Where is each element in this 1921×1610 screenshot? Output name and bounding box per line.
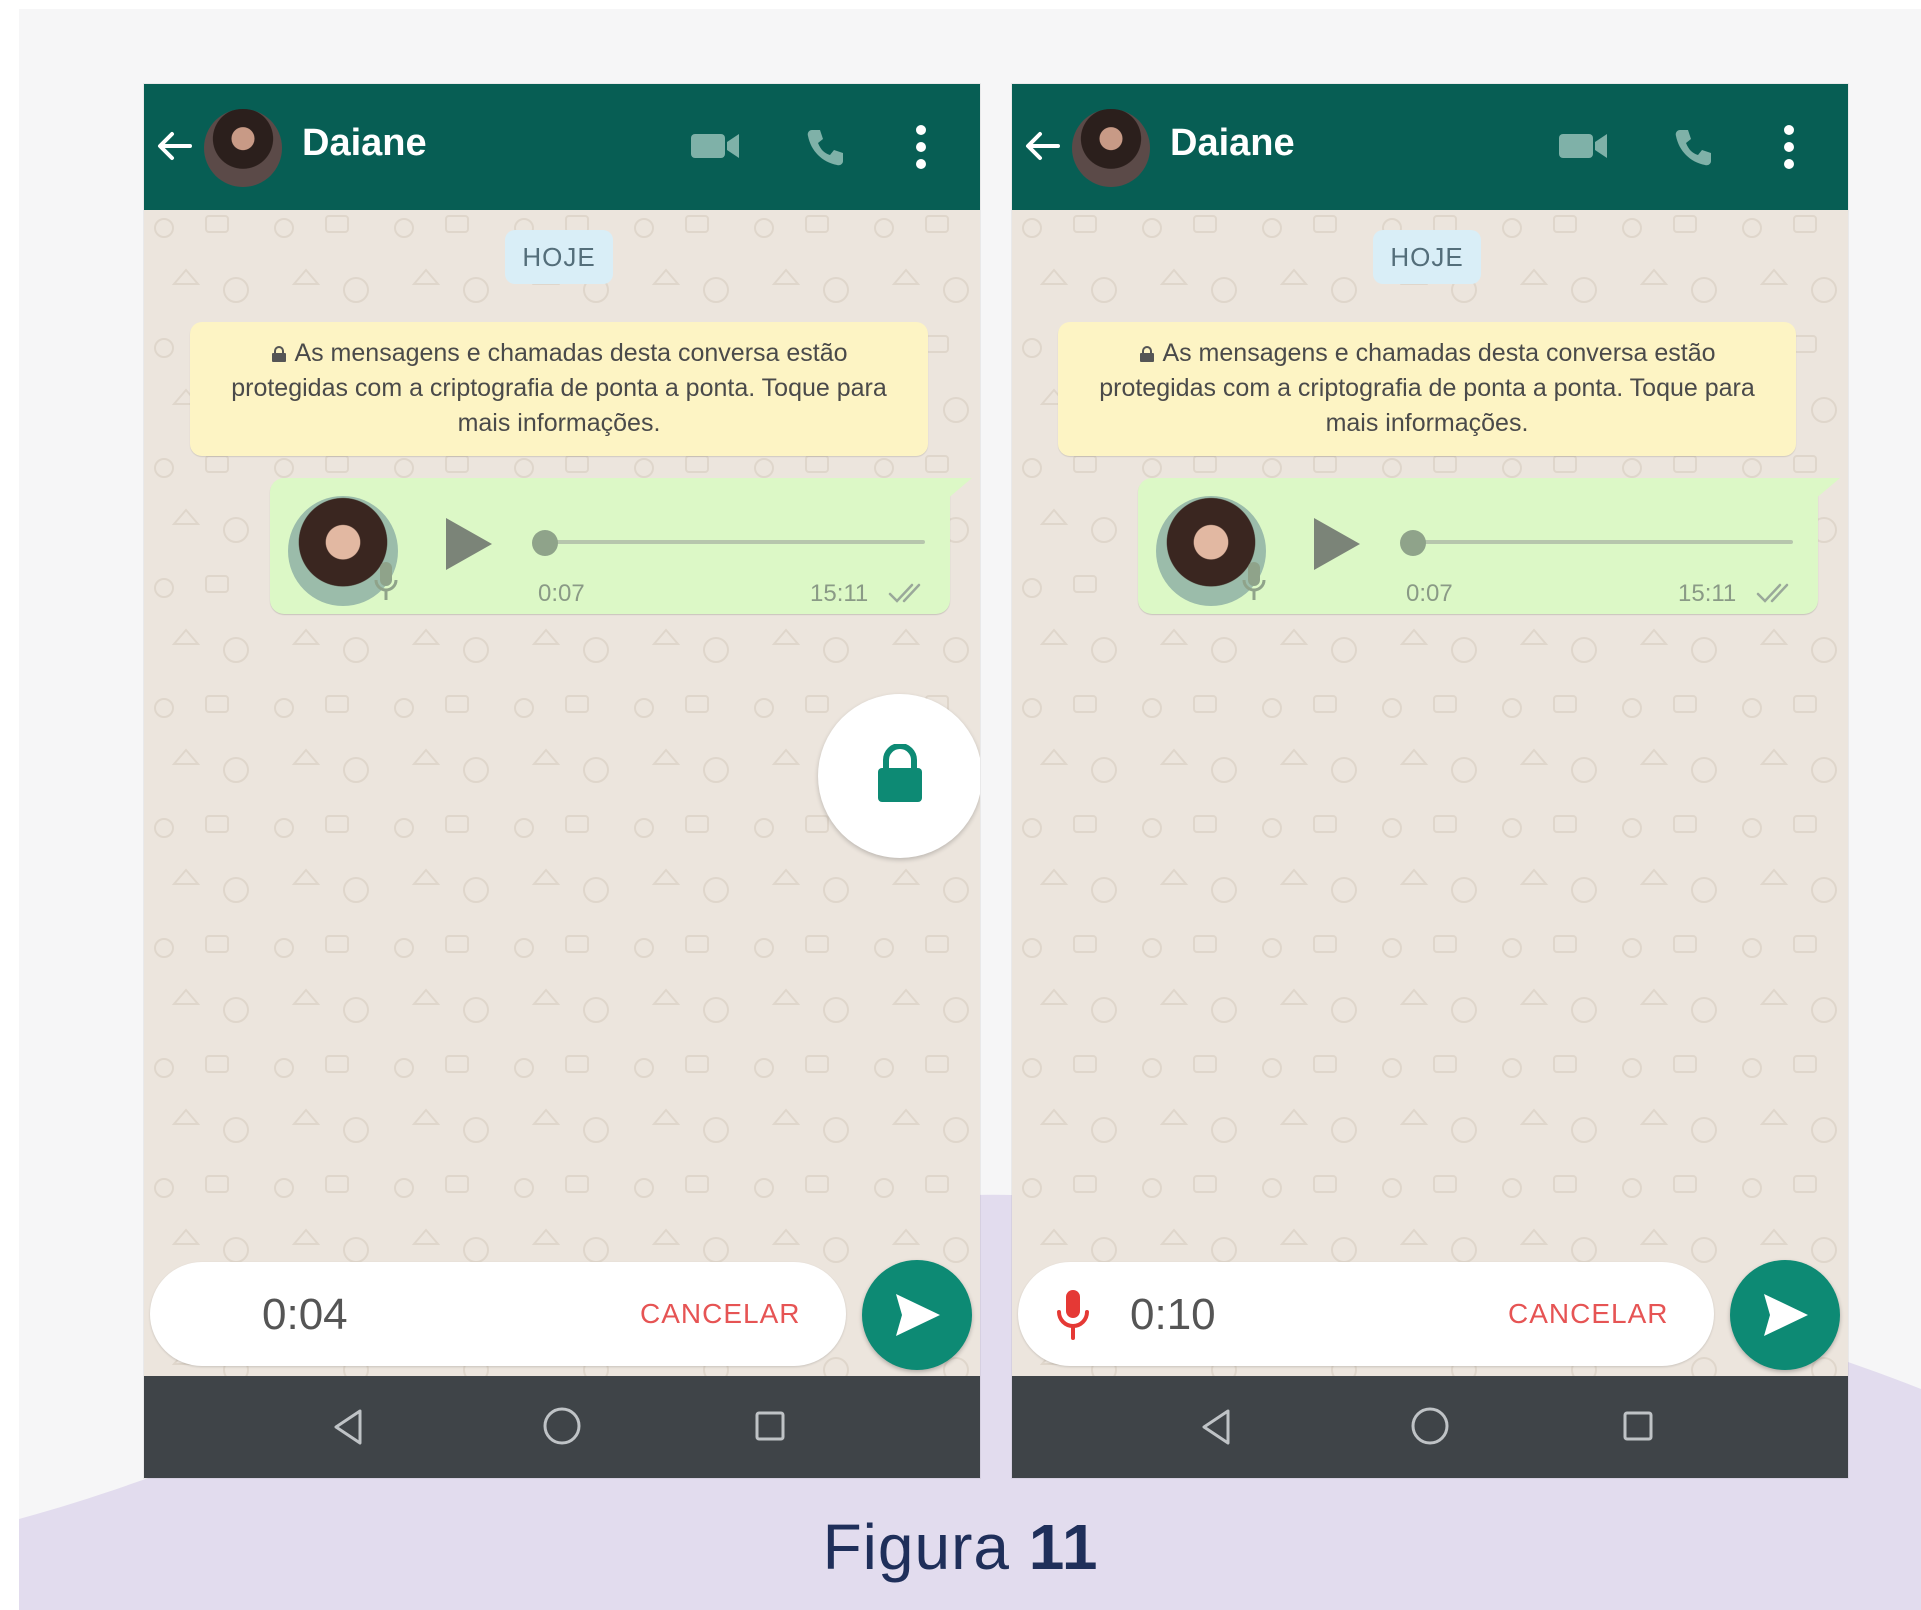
date-chip: HOJE [505, 230, 613, 284]
send-button[interactable] [862, 1260, 972, 1370]
android-navbar [144, 1376, 980, 1478]
lock-icon [878, 744, 922, 802]
lock-small-icon [272, 346, 287, 362]
figure-caption: Figura 11 [0, 1510, 1921, 1584]
more-vertical-icon[interactable] [1782, 124, 1796, 170]
nav-recents-icon[interactable] [1622, 1410, 1654, 1442]
play-icon[interactable] [442, 516, 494, 572]
send-icon [1764, 1294, 1808, 1336]
phone-icon[interactable] [804, 126, 846, 168]
recording-timer: 0:04 [262, 1290, 348, 1339]
lock-small-icon [1140, 346, 1155, 362]
nav-recents-icon[interactable] [754, 1410, 786, 1442]
phone-screen-right: Daiane HOJE As mensagens e chamadas dest… [1012, 84, 1848, 1478]
arrow-left-icon[interactable] [154, 126, 194, 166]
android-navbar [1012, 1376, 1848, 1478]
voice-message-bubble[interactable]: 0:07 15:11 [1138, 478, 1818, 614]
nav-home-icon[interactable] [542, 1406, 582, 1446]
contact-avatar[interactable] [1072, 109, 1150, 187]
nav-home-icon[interactable] [1410, 1406, 1450, 1446]
video-camera-icon[interactable] [1557, 128, 1609, 164]
audio-progress-knob[interactable] [1400, 530, 1426, 556]
encryption-notice-text: As mensagens e chamadas desta conversa e… [1099, 339, 1755, 437]
phone-screen-left: Daiane HOJE As mensagens e chamadas dest… [144, 84, 980, 1478]
send-icon [896, 1294, 940, 1336]
video-camera-icon[interactable] [689, 128, 741, 164]
audio-progress-knob[interactable] [532, 530, 558, 556]
voice-message-bubble[interactable]: 0:07 15:11 [270, 478, 950, 614]
encryption-notice-text: As mensagens e chamadas desta conversa e… [231, 339, 887, 437]
nav-back-icon[interactable] [1200, 1408, 1232, 1446]
encryption-notice[interactable]: As mensagens e chamadas desta conversa e… [1058, 322, 1796, 456]
recording-timer: 0:10 [1130, 1290, 1216, 1339]
mic-badge-icon [374, 562, 398, 600]
voice-duration: 0:07 [1406, 580, 1453, 607]
arrow-left-icon[interactable] [1022, 126, 1062, 166]
chat-header: Daiane [144, 84, 980, 210]
recording-bar: 0:04 CANCELAR [150, 1262, 846, 1366]
cancel-button[interactable]: CANCELAR [1508, 1298, 1668, 1330]
bubble-tail [946, 478, 972, 500]
double-check-icon [888, 583, 921, 603]
microphone-icon [1057, 1290, 1089, 1340]
more-vertical-icon[interactable] [914, 124, 928, 170]
recording-lock-button[interactable] [818, 694, 980, 858]
contact-name[interactable]: Daiane [1170, 122, 1295, 165]
caption-number: 11 [1028, 1511, 1099, 1583]
voice-duration: 0:07 [538, 580, 585, 607]
bubble-tail [1814, 478, 1840, 500]
play-icon[interactable] [1310, 516, 1362, 572]
chat-header: Daiane [1012, 84, 1848, 210]
contact-name[interactable]: Daiane [302, 122, 427, 165]
phone-icon[interactable] [1672, 126, 1714, 168]
message-time: 15:11 [810, 580, 869, 607]
double-check-icon [1756, 583, 1789, 603]
recording-bar: 0:10 CANCELAR [1018, 1262, 1714, 1366]
audio-progress-track[interactable] [540, 540, 925, 544]
contact-avatar[interactable] [204, 109, 282, 187]
send-button[interactable] [1730, 1260, 1840, 1370]
message-time: 15:11 [1678, 580, 1737, 607]
nav-back-icon[interactable] [332, 1408, 364, 1446]
cancel-button[interactable]: CANCELAR [640, 1298, 800, 1330]
mic-badge-icon [1242, 562, 1266, 600]
date-chip: HOJE [1373, 230, 1481, 284]
encryption-notice[interactable]: As mensagens e chamadas desta conversa e… [190, 322, 928, 456]
audio-progress-track[interactable] [1408, 540, 1793, 544]
caption-word: Figura [822, 1511, 1010, 1583]
